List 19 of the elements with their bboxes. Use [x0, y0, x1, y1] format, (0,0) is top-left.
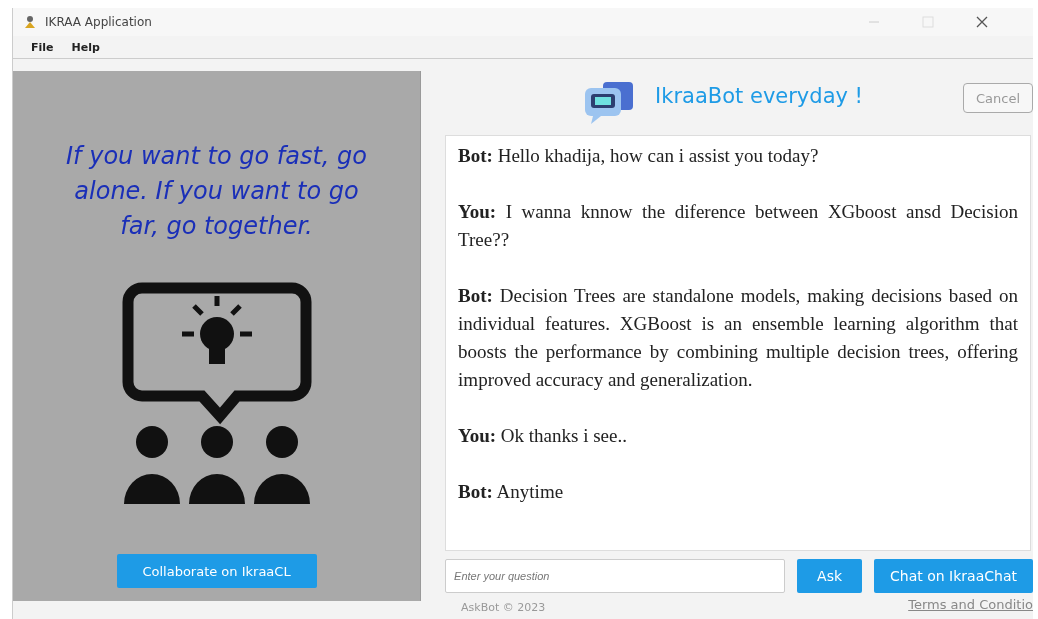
terms-link[interactable]: Terms and Conditio: [908, 597, 1033, 614]
chat-message: You: Ok thanks i see..: [458, 424, 628, 448]
quote-text: If you want to go fast, go alone. If you want to go far, go together.: [65, 141, 368, 242]
cancel-button[interactable]: Cancel: [963, 83, 1033, 113]
robot-chat-icon: [583, 80, 636, 126]
window-title: IKRAA Application: [45, 15, 153, 29]
collaborate-button[interactable]: Collaborate on IkraaCL: [116, 554, 317, 588]
question-field[interactable]: Enter your question: [445, 559, 786, 593]
chat-message: You: I wanna knnow the diference between XGboost ansd Decision Tree??: [458, 200, 1018, 252]
menu-item[interactable]: Help: [71, 40, 100, 54]
chatbot-title: IkraaBot everyday !: [655, 84, 865, 110]
ask-button[interactable]: Ask: [797, 559, 863, 593]
chat-button[interactable]: Chat on IkraaChat: [874, 559, 1033, 593]
menu-item[interactable]: File: [31, 40, 54, 54]
chat-message: Bot: Decision Trees are standalone models, making decisions based on individual features. XGBoost is an ensemble learning algorithm that boosts the performance by combining multiple decision trees, offering improved accuracy and generalization.: [458, 284, 1018, 392]
copyright-text: AskBot © 2023: [461, 601, 546, 614]
app-icon: [23, 15, 37, 29]
chat-message: Bot: Anytime: [458, 480, 565, 504]
chat-message: Bot: Hello khadija, how can i assist you today?: [458, 144, 820, 168]
